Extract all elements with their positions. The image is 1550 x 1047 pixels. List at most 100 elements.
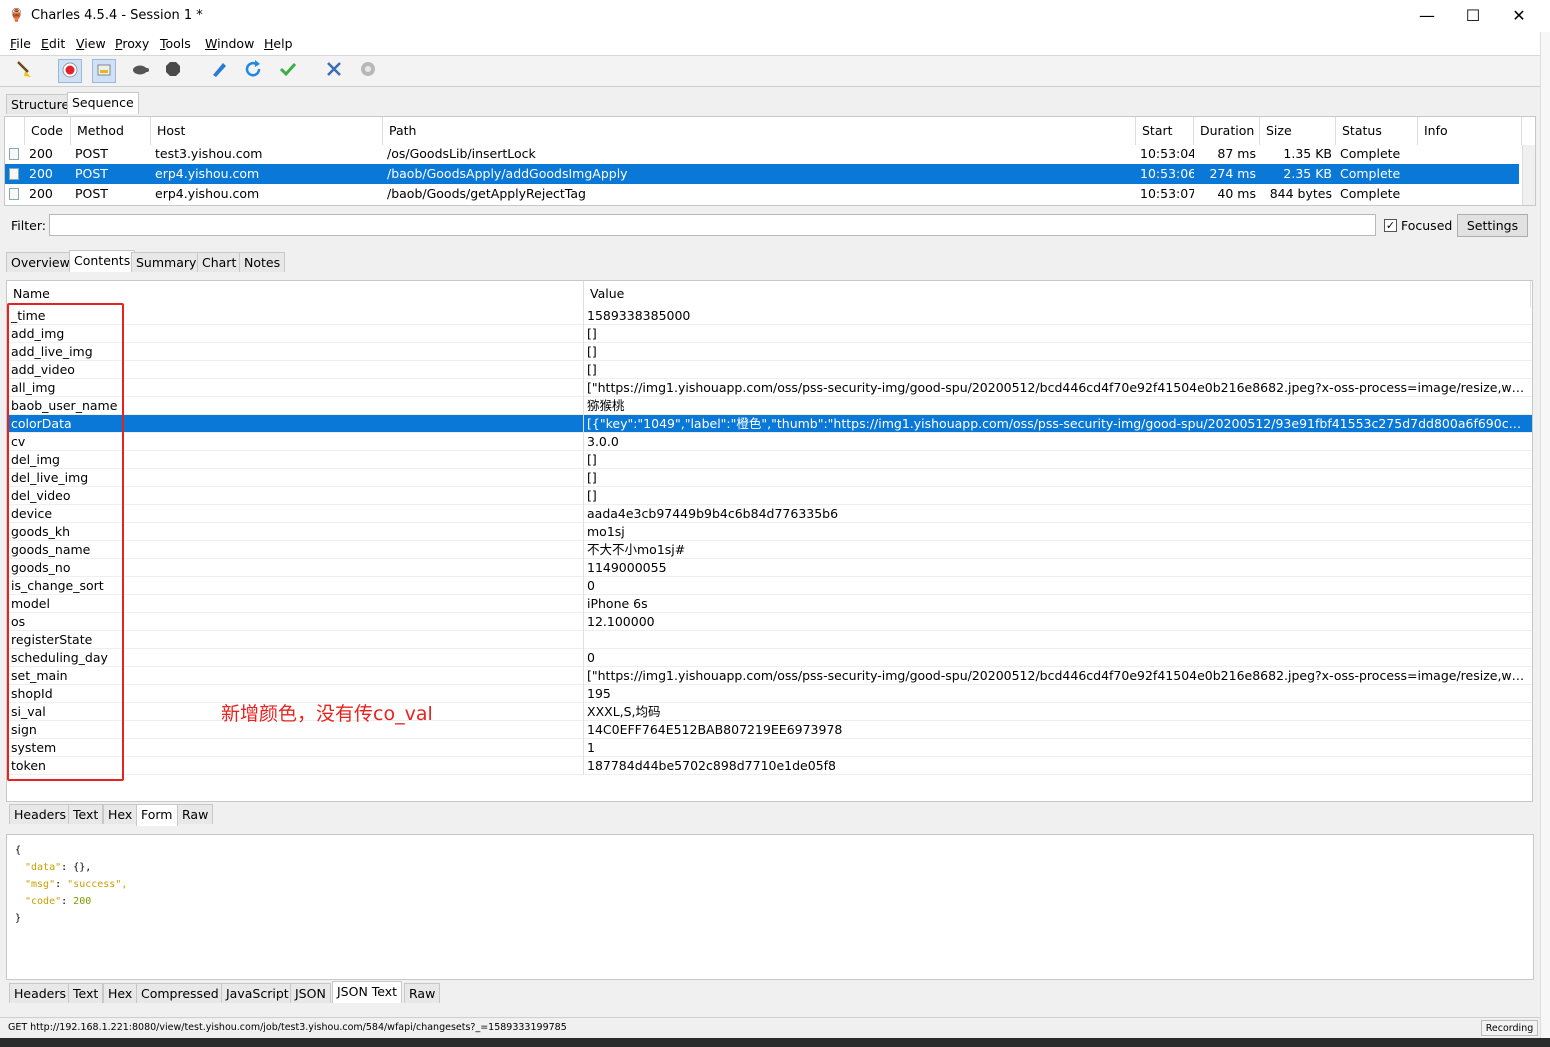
record-icon[interactable] [58, 59, 82, 83]
form-row[interactable]: _time 1589338385000 [7, 307, 1532, 325]
form-row[interactable]: del_img[] [7, 451, 1532, 469]
menu-edit[interactable]: Edit [41, 36, 65, 51]
tab-notes[interactable]: Notes [239, 252, 286, 272]
response-json-panel[interactable]: { "data": {}, "msg": "success", "code": … [6, 834, 1534, 980]
menu-help[interactable]: Help [264, 36, 293, 51]
window-edge [1540, 32, 1550, 1047]
filter-input[interactable] [49, 214, 1376, 236]
tab-chart[interactable]: Chart [197, 252, 242, 272]
form-row[interactable]: add_live_img[] [7, 343, 1532, 361]
title-bar: 🏺 Charles 4.5.4 - Session 1 * — ☐ ✕ [0, 0, 1550, 32]
menu-tools[interactable]: Tools [160, 36, 191, 51]
column-header-info[interactable]: Info [1418, 117, 1522, 145]
column-header-path[interactable]: Path [383, 117, 1136, 145]
column-divider [583, 415, 584, 433]
settings-icon[interactable] [356, 59, 380, 83]
form-row[interactable]: goods_name 不大不小mo1sj# [7, 541, 1532, 559]
tab-request-text[interactable]: Text [68, 804, 104, 824]
menu-window[interactable]: Window [205, 36, 254, 51]
tab-response-json-text[interactable]: JSON Text [332, 981, 403, 1003]
form-row[interactable]: os 12.100000 [7, 613, 1532, 631]
recording-indicator[interactable]: Recording [1481, 1020, 1538, 1036]
row-path: /baob/Goods/getApplyRejectTag [387, 186, 586, 201]
form-row-value: aada4e3cb97449b9b4c6b84d776335b6 [587, 506, 839, 521]
table-row-selected[interactable]: 200 POST erp4.yishou.com /baob/GoodsAppl… [5, 164, 1519, 184]
row-host: erp4.yishou.com [155, 166, 260, 181]
tab-response-headers[interactable]: Headers [9, 983, 72, 1003]
focused-checkbox[interactable]: ✓ [1384, 219, 1397, 232]
tools-icon[interactable] [322, 59, 346, 83]
tab-response-compressed[interactable]: Compressed [136, 983, 224, 1003]
json-key-data: "data" [25, 862, 62, 873]
form-row[interactable]: colorData [{"key":"1049","label":"橙色","th… [7, 415, 1532, 433]
tab-structure[interactable]: Structure [6, 94, 75, 114]
form-row[interactable]: is_change_sort 0 [7, 577, 1532, 595]
form-row[interactable]: del_video[] [7, 487, 1532, 505]
form-row[interactable]: baob_user_name 猕猴桃 [7, 397, 1532, 415]
menu-proxy[interactable]: Proxy [115, 36, 149, 51]
stop-icon[interactable] [161, 59, 185, 83]
menu-view[interactable]: View [76, 36, 106, 51]
tab-request-raw[interactable]: Raw [177, 804, 214, 824]
pen-icon[interactable] [207, 59, 231, 83]
tab-sequence[interactable]: Sequence [67, 92, 139, 114]
broom-icon[interactable] [12, 59, 36, 83]
column-header-start[interactable]: Start [1136, 117, 1194, 145]
column-header-duration[interactable]: Duration [1194, 117, 1260, 145]
minimize-button[interactable]: — [1404, 0, 1450, 32]
form-row[interactable]: model iPhone 6s [7, 595, 1532, 613]
form-row[interactable]: scheduling_day 0 [7, 649, 1532, 667]
turtle-icon[interactable] [128, 59, 152, 83]
form-row[interactable]: registerState [7, 631, 1532, 649]
tab-response-text[interactable]: Text [68, 983, 104, 1003]
table-row[interactable]: 200 POST test3.yishou.com /os/GoodsLib/i… [5, 144, 1519, 164]
form-row[interactable]: goods_no 1149000055 [7, 559, 1532, 577]
check-icon[interactable] [276, 59, 300, 83]
form-row[interactable]: add_video[] [7, 361, 1532, 379]
column-header-status[interactable]: Status [1336, 117, 1418, 145]
form-row[interactable]: token 187784d44be5702c898d7710e1de05f8 [7, 757, 1532, 775]
form-row[interactable]: add_img[] [7, 325, 1532, 343]
column-divider [583, 541, 584, 559]
form-row-value: 不大不小mo1sj# [587, 542, 686, 557]
sequence-scrollbar[interactable] [1522, 145, 1535, 205]
form-row[interactable]: all_img ["https://img1.yishouapp.com/oss/… [7, 379, 1532, 397]
form-row[interactable]: cv 3.0.0 [7, 433, 1532, 451]
column-header-value[interactable]: Value [584, 281, 1531, 307]
form-row[interactable]: set_main ["https://img1.yishouapp.com/oss… [7, 667, 1532, 685]
close-button[interactable]: ✕ [1496, 0, 1542, 32]
tab-request-headers[interactable]: Headers [9, 804, 72, 824]
tab-overview[interactable]: Overview [6, 252, 75, 272]
row-duration: 87 ms [1217, 146, 1256, 161]
row-method: POST [75, 166, 108, 181]
column-header-size[interactable]: Size [1260, 117, 1336, 145]
form-row[interactable]: del_live_img[] [7, 469, 1532, 487]
tab-summary[interactable]: Summary [131, 252, 202, 272]
column-header-host[interactable]: Host [151, 117, 383, 145]
column-header-method[interactable]: Method [71, 117, 151, 145]
tab-response-javascript[interactable]: JavaScript [221, 983, 294, 1003]
refresh-icon[interactable] [241, 59, 265, 83]
menu-file[interactable]: File [10, 36, 31, 51]
json-line-code: "code": 200 [25, 896, 92, 907]
maximize-button[interactable]: ☐ [1450, 0, 1496, 32]
tab-response-hex[interactable]: Hex [103, 983, 138, 1003]
form-row[interactable]: system 1 [7, 739, 1532, 757]
table-row[interactable]: 200 POST erp4.yishou.com /baob/Goods/get… [5, 184, 1519, 204]
tab-response-json[interactable]: JSON [290, 983, 331, 1003]
column-header-code[interactable]: Code [25, 117, 71, 145]
form-row[interactable]: goods_kh mo1sj [7, 523, 1532, 541]
form-row[interactable]: device aada4e3cb97449b9b4c6b84d776335b6 [7, 505, 1532, 523]
row-start: 10:53:06 [1140, 166, 1194, 181]
tab-contents[interactable]: Contents [69, 250, 136, 272]
tab-request-hex[interactable]: Hex [103, 804, 138, 824]
row-method: POST [75, 146, 108, 161]
tab-response-raw[interactable]: Raw [404, 983, 441, 1003]
form-row-value: 1149000055 [587, 560, 667, 575]
sequence-table: Code Method Host Path Start Duration Siz… [4, 116, 1536, 206]
request-icon [9, 168, 19, 180]
tab-request-form[interactable]: Form [136, 804, 178, 826]
row-size: 844 bytes [1269, 186, 1332, 201]
settings-button[interactable]: Settings [1457, 214, 1528, 237]
throttle-icon[interactable] [92, 59, 116, 83]
